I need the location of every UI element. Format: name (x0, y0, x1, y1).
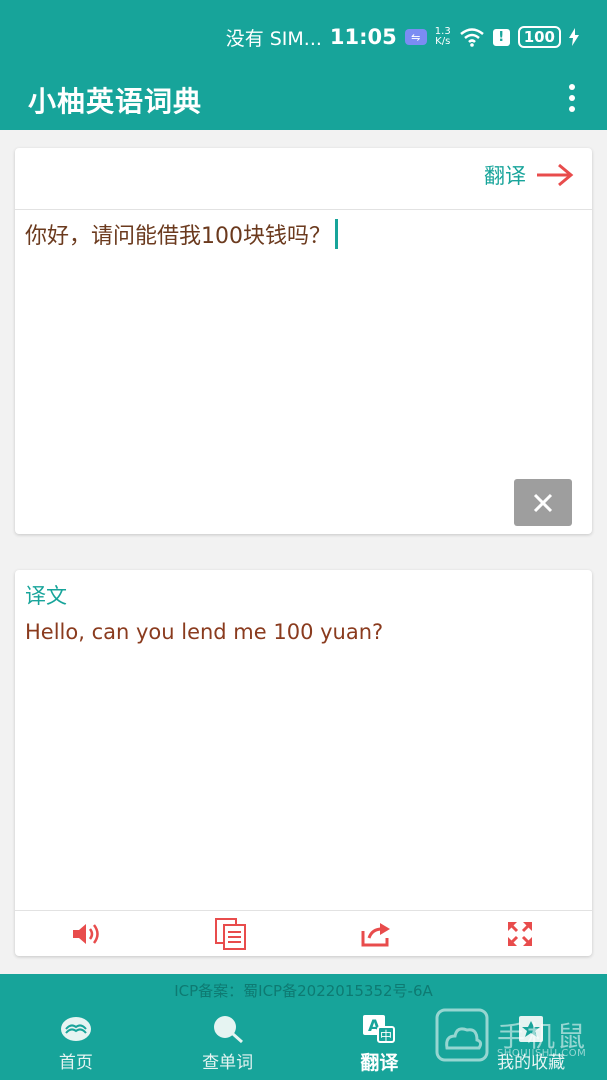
nav-label: 首页 (58, 1053, 93, 1073)
nav-label: 翻译 (360, 1052, 399, 1074)
result-title: 译文 (25, 584, 67, 608)
translate-label: 翻译 (484, 164, 526, 188)
search-icon (211, 1012, 245, 1046)
dot (569, 84, 575, 90)
speak-button[interactable] (67, 914, 107, 954)
fullscreen-button[interactable] (500, 914, 540, 954)
wifi-icon (459, 28, 484, 47)
nav-label: 查单词 (202, 1053, 254, 1073)
share-button[interactable] (356, 914, 396, 954)
app-title: 小柚英语词典 (28, 85, 203, 118)
carrier-label: 没有 SIM... (225, 27, 322, 50)
result-text: Hello, can you lend me 100 yuan? (25, 620, 384, 644)
more-options-icon[interactable] (565, 84, 579, 112)
alert-icon: ! (492, 28, 510, 46)
arrow-right-icon (537, 163, 574, 187)
status-bar: 没有 SIM... 11:05 ⇋ 1.3 K/s ! 100 (0, 0, 607, 72)
clear-button[interactable] (514, 479, 572, 526)
translation-result-card: 译文 Hello, can you lend me 100 yuan? (15, 570, 592, 956)
clock: 11:05 (329, 25, 397, 49)
result-actions (15, 910, 592, 956)
text-cursor (335, 219, 338, 249)
source-input-card: 翻译 你好，请问能借我100块钱吗？ (15, 148, 592, 534)
nav-item-home[interactable]: 首页 (0, 1012, 152, 1080)
source-text-input[interactable]: 你好，请问能借我100块钱吗？ (25, 218, 338, 250)
battery-indicator: 100 (517, 26, 561, 48)
charging-icon (569, 28, 579, 46)
fullscreen-icon (507, 921, 532, 946)
svg-text:中: 中 (380, 1028, 392, 1043)
nav-item-lookup[interactable]: 查单词 (152, 1012, 304, 1080)
app-bar: 小柚英语词典 (0, 72, 607, 130)
nav-item-translate[interactable]: A 中 翻译 (304, 1012, 456, 1080)
speed-unit: K/s (435, 36, 451, 47)
share-icon (361, 922, 390, 946)
translate-toolbar: 翻译 (15, 148, 592, 210)
translate-icon: A 中 (362, 1012, 396, 1046)
copy-button[interactable] (211, 914, 251, 954)
close-icon (533, 493, 553, 512)
icp-record: ICP备案：蜀ICP备2022015352号-6A (174, 982, 433, 1000)
usb-icon: ⇋ (404, 29, 427, 45)
watermark: 手机鼠 SHOUJISHU.COM (435, 1008, 587, 1062)
source-text: 你好，请问能借我100块钱吗？ (25, 224, 331, 249)
network-speed: 1.3 K/s (435, 27, 451, 47)
copy-icon (215, 917, 247, 950)
watermark-url: SHOUJISHU.COM (496, 1048, 587, 1059)
home-book-icon (60, 1012, 92, 1046)
speaker-icon (73, 923, 99, 944)
watermark-logo-icon (435, 1008, 489, 1062)
translate-button[interactable]: 翻译 (484, 160, 574, 190)
dot (569, 95, 575, 101)
status-indicators: 没有 SIM... 11:05 ⇋ 1.3 K/s ! 100 (226, 22, 579, 52)
dot (569, 106, 575, 112)
